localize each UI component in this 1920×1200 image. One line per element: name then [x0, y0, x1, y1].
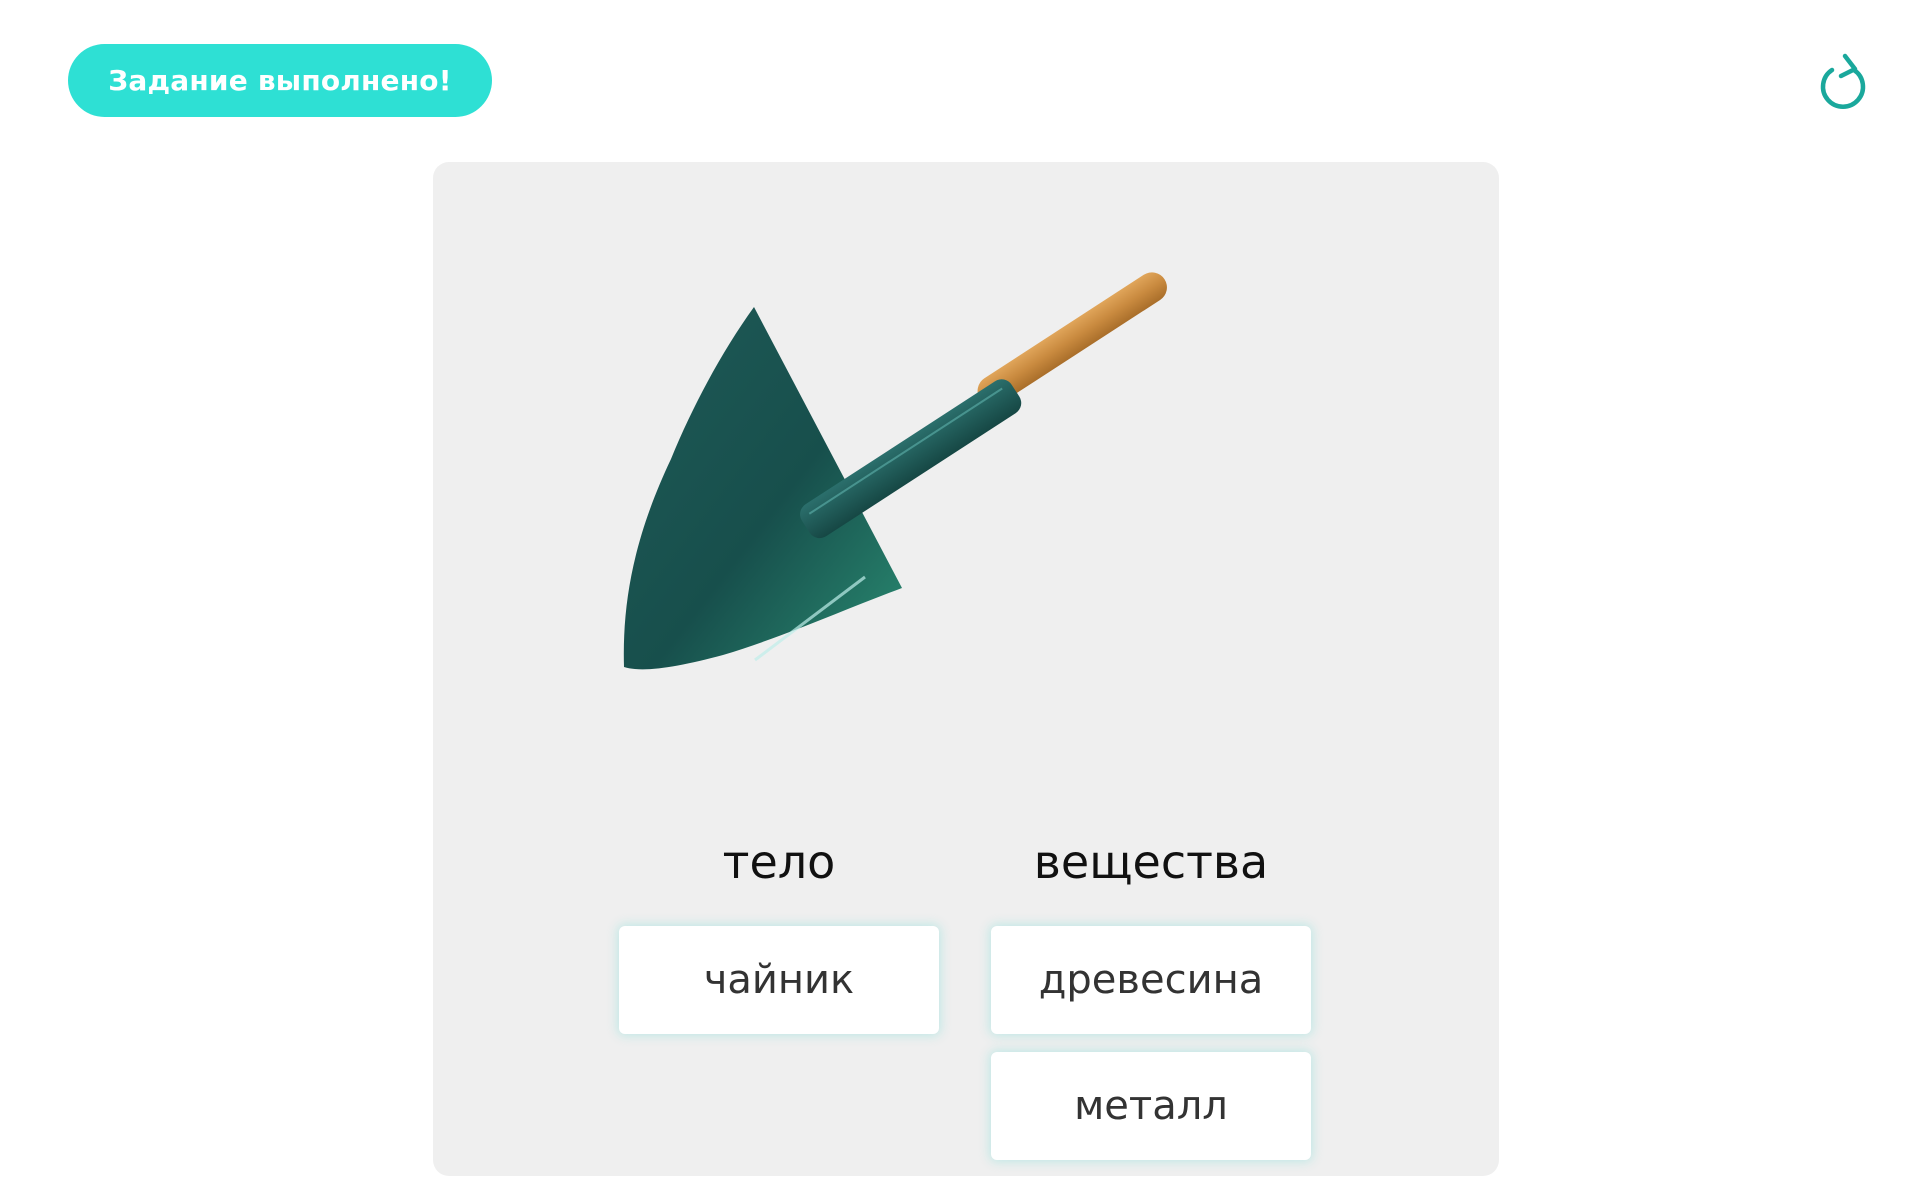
shovel-icon	[623, 272, 1167, 670]
task-complete-label: Задание выполнено!	[108, 64, 452, 97]
task-complete-badge: Задание выполнено!	[68, 44, 492, 117]
column-body: тело чайник	[619, 822, 939, 1034]
column-substances: вещества древесина металл	[991, 822, 1311, 1160]
answer-tile-wood[interactable]: древесина	[991, 926, 1311, 1034]
task-card: тело чайник вещества древесина металл	[433, 162, 1499, 1176]
reload-button[interactable]	[1816, 52, 1872, 116]
column-heading-body: тело	[722, 835, 836, 889]
answer-tile-teapot[interactable]: чайник	[619, 926, 939, 1034]
reload-icon	[1820, 53, 1866, 109]
answer-tile-metal[interactable]: металл	[991, 1052, 1311, 1160]
column-heading-substances: вещества	[1033, 835, 1269, 889]
